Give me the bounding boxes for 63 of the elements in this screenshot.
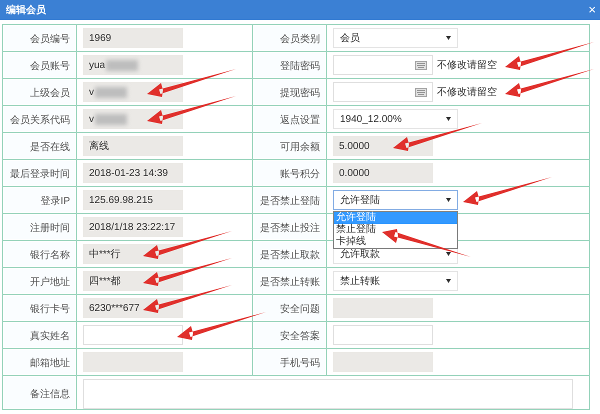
remarks-field[interactable] bbox=[83, 379, 573, 409]
field-label: 银行卡号 bbox=[30, 304, 70, 315]
readonly-field[interactable]: 5.0000 bbox=[333, 136, 433, 156]
keyboard-icon[interactable] bbox=[415, 88, 427, 96]
readonly-field[interactable] bbox=[83, 352, 183, 372]
readonly-field[interactable] bbox=[333, 352, 433, 372]
field-label: 开户地址 bbox=[30, 277, 70, 288]
select-field[interactable]: 会员 bbox=[333, 28, 458, 48]
field-label: 是否禁止登陆 bbox=[260, 196, 320, 207]
field-label: 安全问题 bbox=[280, 304, 320, 315]
caret-icon bbox=[446, 117, 451, 121]
caret-icon bbox=[446, 198, 451, 202]
field-label: 可用余额 bbox=[280, 142, 320, 153]
field-label: 上级会员 bbox=[30, 88, 70, 99]
readonly-field[interactable]: 中***行 bbox=[83, 244, 183, 264]
input-field[interactable] bbox=[333, 325, 433, 345]
field-label: 是否在线 bbox=[30, 142, 70, 153]
readonly-field[interactable]: 2018/1/18 23:22:17 bbox=[83, 217, 183, 237]
dialog-title: 编辑会员 bbox=[6, 4, 46, 17]
password-field[interactable] bbox=[333, 55, 433, 75]
readonly-field[interactable]: yua bbox=[83, 55, 183, 75]
field-label: 登陆密码 bbox=[280, 61, 320, 72]
hint-text: 不修改请留空 bbox=[437, 58, 497, 72]
readonly-field[interactable]: 125.69.98.215 bbox=[83, 190, 183, 210]
field-label: 真实姓名 bbox=[30, 331, 70, 342]
caret-icon bbox=[446, 252, 451, 256]
field-label: 手机号码 bbox=[280, 358, 320, 369]
select-field[interactable]: 1940_12.00% bbox=[333, 109, 458, 129]
field-label: 邮箱地址 bbox=[30, 358, 70, 369]
select-field[interactable]: 允许登陆 bbox=[333, 190, 458, 210]
field-label: 会员账号 bbox=[30, 61, 70, 72]
readonly-field[interactable]: 6230***677 bbox=[83, 298, 183, 318]
password-field[interactable] bbox=[333, 82, 433, 102]
caret-icon bbox=[446, 36, 451, 40]
input-field[interactable] bbox=[83, 325, 183, 345]
field-label: 注册时间 bbox=[30, 223, 70, 234]
readonly-field[interactable]: 离线 bbox=[83, 136, 183, 156]
field-label: 账号积分 bbox=[280, 169, 320, 180]
field-label: 会员关系代码 bbox=[10, 115, 70, 126]
readonly-field[interactable]: 1969 bbox=[83, 28, 183, 48]
field-label: 最后登录时间 bbox=[10, 169, 70, 180]
field-label: 备注信息 bbox=[30, 388, 70, 400]
caret-icon bbox=[446, 279, 451, 283]
hint-text: 不修改请留空 bbox=[437, 86, 497, 99]
field-label: 登录IP bbox=[40, 196, 70, 207]
field-label: 是否禁止取款 bbox=[260, 250, 320, 261]
field-label: 会员编号 bbox=[30, 34, 70, 45]
field-label: 是否禁止转账 bbox=[260, 277, 320, 288]
keyboard-icon[interactable] bbox=[415, 60, 427, 70]
field-label: 是否禁止投注 bbox=[260, 223, 320, 234]
field-label: 安全答案 bbox=[280, 331, 320, 342]
select-field[interactable]: 禁止转账 bbox=[333, 271, 458, 291]
readonly-field[interactable]: 0.0000 bbox=[333, 163, 433, 183]
readonly-field[interactable] bbox=[333, 298, 433, 318]
readonly-field[interactable]: v bbox=[83, 82, 183, 102]
readonly-field[interactable]: 四***都 bbox=[83, 271, 183, 291]
readonly-field[interactable]: v bbox=[83, 109, 183, 129]
field-label: 银行名称 bbox=[30, 250, 70, 261]
field-label: 返点设置 bbox=[280, 115, 320, 126]
field-label: 会员类别 bbox=[280, 34, 320, 45]
readonly-field[interactable]: 2018-01-23 14:39 bbox=[83, 163, 183, 183]
field-label: 提现密码 bbox=[280, 88, 320, 99]
close-button[interactable]: × bbox=[588, 3, 596, 17]
